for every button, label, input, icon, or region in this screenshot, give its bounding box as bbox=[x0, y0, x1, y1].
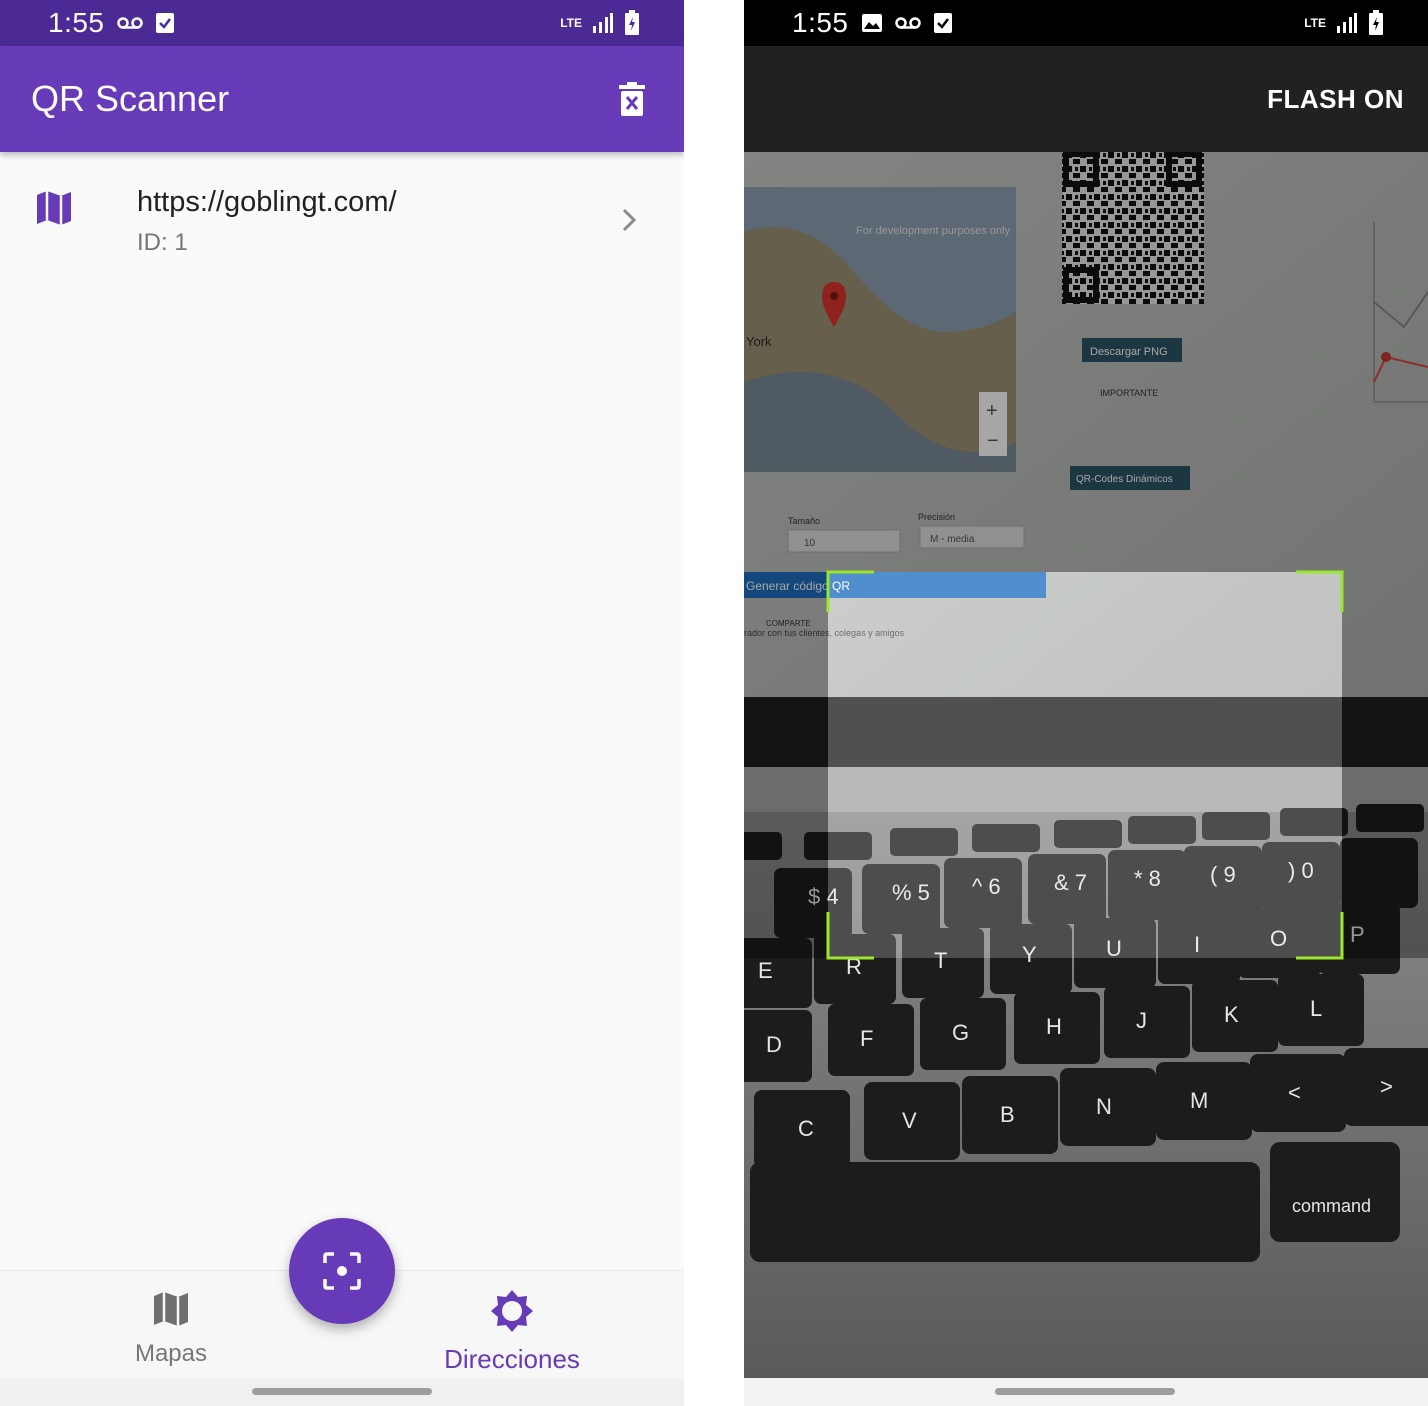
voicemail-icon bbox=[894, 16, 921, 30]
key-less: < bbox=[1288, 1080, 1301, 1105]
image-icon bbox=[861, 13, 883, 33]
home-indicator[interactable] bbox=[252, 1388, 432, 1395]
nav-label-direcciones: Direcciones bbox=[444, 1344, 580, 1374]
camera-feed-image: York + − For development purposes only D… bbox=[744, 152, 1428, 1378]
delete-all-button[interactable] bbox=[612, 79, 652, 119]
center-focus-icon bbox=[323, 1252, 361, 1290]
key-v: V bbox=[902, 1108, 917, 1133]
map-icon bbox=[154, 1292, 188, 1326]
voicemail-icon bbox=[116, 16, 143, 30]
list-item[interactable]: https://goblingt.com/ ID: 1 bbox=[0, 152, 684, 288]
checkbox-icon bbox=[155, 12, 175, 34]
key-l: L bbox=[1310, 996, 1322, 1021]
key-k: K bbox=[1224, 1002, 1239, 1027]
key-f: F bbox=[860, 1026, 873, 1051]
home-indicator[interactable] bbox=[995, 1388, 1175, 1395]
status-bar: 1:55 LTE bbox=[0, 0, 684, 46]
item-url: https://goblingt.com/ bbox=[137, 186, 397, 218]
nav-item-mapas[interactable]: Mapas bbox=[71, 1289, 271, 1368]
flash-on-button[interactable]: FLASH ON bbox=[1267, 84, 1404, 115]
battery-icon bbox=[1368, 10, 1384, 36]
key-b: B bbox=[1000, 1102, 1015, 1127]
item-id: ID: 1 bbox=[137, 229, 188, 256]
key-greater: > bbox=[1380, 1074, 1393, 1099]
chevron-right-icon bbox=[622, 208, 637, 232]
gesture-area bbox=[744, 1378, 1428, 1406]
status-time: 1:55 bbox=[792, 7, 849, 38]
scan-list: https://goblingt.com/ ID: 1 bbox=[0, 152, 684, 288]
signal-icon bbox=[1336, 12, 1358, 34]
battery-icon bbox=[624, 10, 640, 36]
brightness-icon bbox=[491, 1290, 533, 1332]
status-bar: 1:55 LTE bbox=[744, 0, 1428, 46]
nav-label-mapas: Mapas bbox=[134, 1340, 208, 1367]
app-bar: QR Scanner bbox=[0, 46, 684, 152]
camera-preview: York + − For development purposes only D… bbox=[744, 152, 1428, 1378]
key-g: G bbox=[952, 1020, 969, 1045]
network-type: LTE bbox=[1304, 16, 1326, 30]
delete-icon bbox=[619, 82, 645, 116]
map-icon bbox=[37, 191, 71, 225]
key-j: J bbox=[1136, 1008, 1147, 1033]
gesture-area bbox=[0, 1378, 684, 1406]
key-m: M bbox=[1190, 1088, 1208, 1113]
key-n: N bbox=[1096, 1094, 1112, 1119]
checkbox-icon bbox=[933, 12, 953, 34]
history-screen: 1:55 LTE QR Scanner https://goblingt.com… bbox=[0, 0, 684, 1406]
key-d: D bbox=[766, 1032, 782, 1057]
network-type: LTE bbox=[560, 16, 582, 30]
key-command: command bbox=[1292, 1196, 1371, 1216]
key-c: C bbox=[798, 1116, 814, 1141]
key-h: H bbox=[1046, 1014, 1062, 1039]
camera-toolbar: FLASH ON bbox=[744, 46, 1428, 152]
nav-item-direcciones[interactable]: Direcciones bbox=[412, 1289, 612, 1375]
signal-icon bbox=[592, 12, 614, 34]
status-time: 1:55 bbox=[48, 7, 105, 38]
scan-button[interactable] bbox=[289, 1218, 395, 1324]
scanner-screen: 1:55 LTE FLASH ON E R T D F G H J K L C … bbox=[744, 0, 1428, 1406]
key-e: E bbox=[758, 958, 773, 983]
app-title: QR Scanner bbox=[31, 78, 230, 119]
